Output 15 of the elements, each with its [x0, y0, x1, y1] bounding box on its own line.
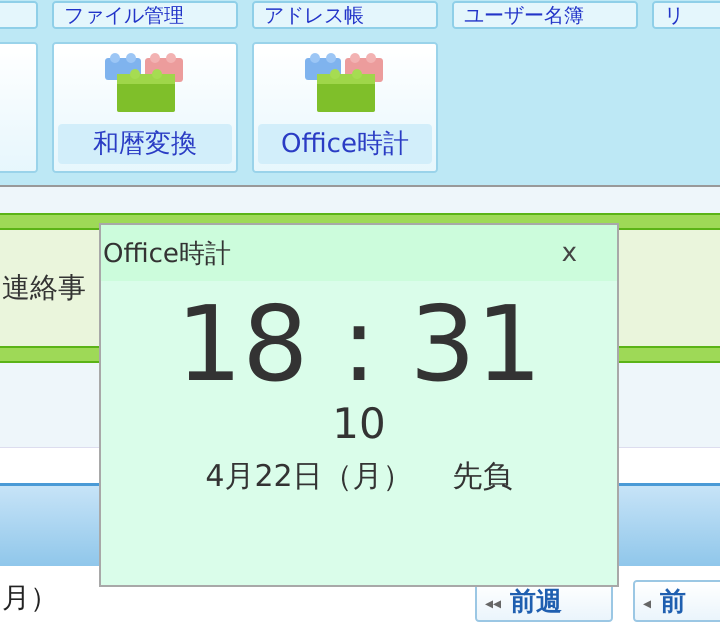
nav-button[interactable]: ◂ 前 [633, 580, 720, 622]
menu-button[interactable]: ユーザー名簿 [452, 1, 638, 29]
menu-button[interactable]: アドレス帳 [252, 1, 438, 29]
notice-title: 連絡事 [2, 270, 86, 306]
menu-button[interactable]: リ [652, 1, 720, 29]
menu-button[interactable]: ファイル管理 [52, 1, 238, 29]
clock-time: 18 : 31 [175, 287, 543, 402]
popup-title: Office時計 [103, 238, 231, 270]
rokuyo-text: 先負 [452, 458, 513, 496]
close-button[interactable]: x [556, 237, 583, 269]
clock-seconds: 10 [331, 399, 387, 450]
clock-date: 4月22日（月） [205, 458, 413, 496]
date-heading: 月） [2, 580, 58, 616]
app-button[interactable]: Office時計 [252, 42, 438, 173]
app-button[interactable]: 和暦変換 [52, 42, 238, 173]
